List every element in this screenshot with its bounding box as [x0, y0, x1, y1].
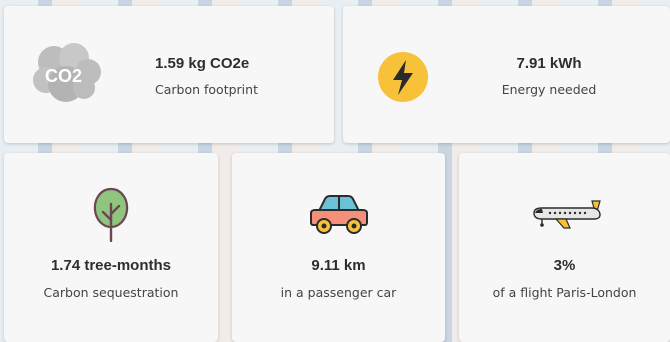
flight-card: 3% of a flight Paris-London: [459, 153, 670, 342]
car-icon: [307, 193, 371, 235]
carbon-footprint-card: CO2 1.59 kg CO2e Carbon footprint: [4, 6, 334, 143]
flight-value: 3%: [553, 257, 576, 274]
carbon-footprint-value: 1.59 kg CO2e: [155, 55, 250, 72]
passenger-car-label: in a passenger car: [280, 285, 397, 300]
energy-needed-label: Energy needed: [501, 82, 597, 97]
passenger-car-value: 9.11 km: [311, 257, 366, 274]
tree-icon: [90, 186, 132, 242]
co2-cloud-icon: CO2: [32, 42, 104, 106]
carbon-footprint-label: Carbon footprint: [155, 82, 258, 97]
airplane-icon: [530, 197, 602, 231]
carbon-sequestration-label: Carbon sequestration: [43, 285, 179, 300]
lightning-bolt-icon: [377, 51, 429, 103]
co2-icon-text: CO2: [45, 66, 83, 86]
energy-needed-value: 7.91 kWh: [516, 55, 582, 72]
carbon-sequestration-value: 1.74 tree-months: [50, 257, 172, 274]
passenger-car-card: 9.11 km in a passenger car: [232, 153, 445, 342]
carbon-sequestration-card: 1.74 tree-months Carbon sequestration: [4, 153, 218, 342]
flight-label: of a flight Paris-London: [492, 285, 637, 300]
energy-needed-card: 7.91 kWh Energy needed: [343, 6, 670, 143]
